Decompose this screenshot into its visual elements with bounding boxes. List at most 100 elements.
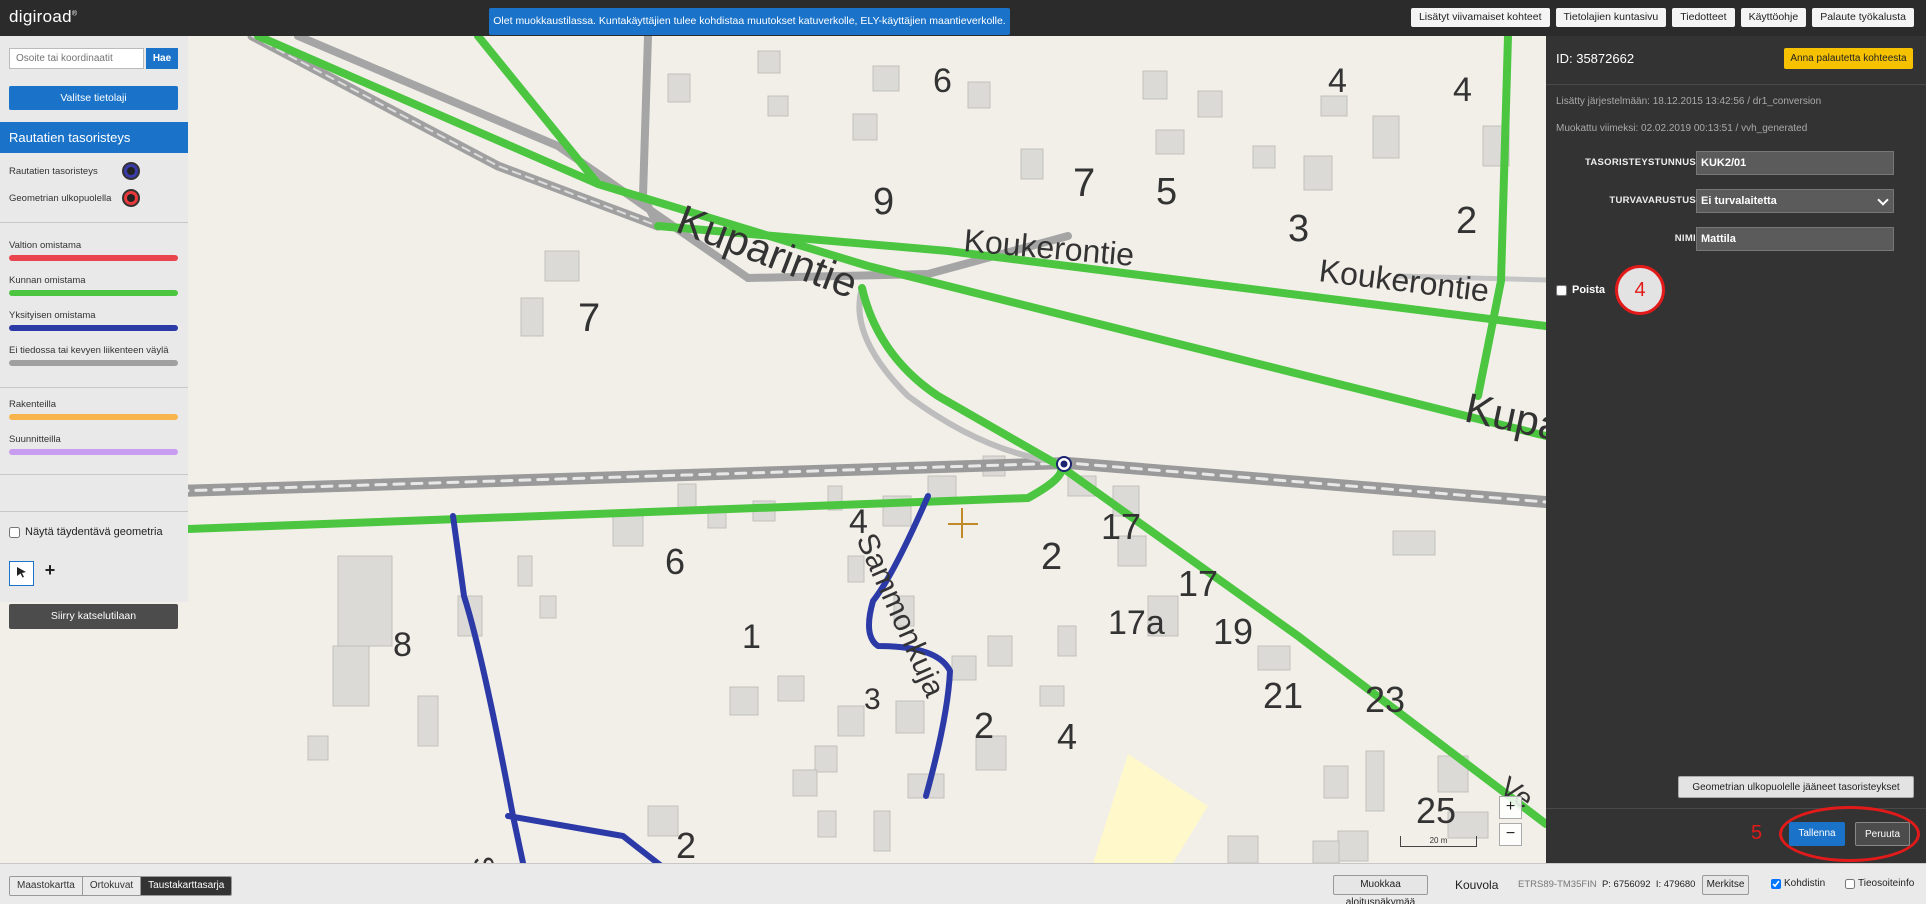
edit-mode-banner: Olet muokkaustilassa. Kuntakäyttäjien tu… (489, 8, 1010, 35)
divider (0, 474, 188, 475)
divider (1546, 84, 1926, 85)
view-mode-button[interactable]: Siirry katselutilaan (9, 604, 178, 629)
house-number: 2 (974, 705, 994, 746)
street-label-kuparintie-east: Kuparintie (1461, 384, 1546, 469)
feature-id: ID: 35872662 (1556, 51, 1635, 66)
basemap-orthophoto[interactable]: Ortokuvat (82, 877, 142, 895)
extra-geometry-label: Näytä täydentävä geometria (25, 526, 163, 538)
safety-equipment-value: Ei turvalaitetta (1701, 195, 1777, 207)
house-number: 3 (1288, 208, 1309, 250)
house-number: 17 (1101, 506, 1141, 547)
search-input[interactable] (9, 48, 144, 69)
crosshair-label: Kohdistin (1784, 878, 1826, 889)
road-address-checkbox[interactable] (1845, 878, 1855, 889)
nav-user-guide[interactable]: Käyttöohje (1740, 8, 1807, 27)
outside-geometry-symbol-icon (122, 189, 140, 207)
safety-equipment-select[interactable]: Ei turvalaitetta (1696, 189, 1894, 213)
level-crossing-symbol-icon (122, 162, 140, 180)
house-number: 5 (1156, 171, 1177, 213)
house-number: 6 (665, 541, 685, 582)
house-number: 3 (864, 683, 881, 716)
cursor-crosshair-icon (948, 508, 978, 538)
crossing-id-field[interactable]: KUK2/01 (1696, 151, 1894, 175)
street-label-koukerontie-west: Koukerontie (962, 222, 1135, 273)
map-view[interactable]: Kuparintie Kuparintie Koukerontie Kouker… (188, 36, 1546, 863)
select-layer-button[interactable]: Valitse tietolaji (9, 86, 178, 110)
zoom-out-button[interactable]: − (1499, 823, 1522, 846)
top-nav: Lisätyt viivamaiset kohteet Tietolajien … (1410, 8, 1914, 27)
legend-private-bar (9, 325, 178, 331)
outside-geometry-crossings-button[interactable]: Geometrian ulkopuolelle jääneet tasorist… (1678, 776, 1914, 798)
legend-state-owned-label: Valtion omistama (9, 240, 82, 251)
logo-text: digiroad (9, 7, 72, 26)
scale-bar: 20 m (1400, 836, 1477, 847)
house-number: 2 (1456, 200, 1477, 242)
legend-planned-bar (9, 449, 178, 455)
bottom-bar: Maastokartta Ortokuvat Taustakarttasarja… (0, 863, 1926, 904)
house-number: 6 (933, 62, 952, 100)
add-point-tool-button[interactable]: + (40, 560, 60, 581)
legend-private-label: Yksityisen omistama (9, 310, 96, 321)
nav-announcements[interactable]: Tiedotteet (1672, 8, 1735, 27)
house-number: 7 (1073, 161, 1095, 205)
nav-tool-feedback[interactable]: Palaute työkalusta (1812, 8, 1914, 27)
house-number: 2 (1041, 536, 1062, 578)
left-panel: Hae Valitse tietolaji Rautatien tasorist… (0, 36, 188, 629)
house-number: 1 (742, 618, 761, 656)
select-tool-button[interactable] (9, 561, 34, 586)
crossing-id-label: TASORISTEYSTUNNUS (1584, 157, 1696, 168)
name-label: NIMI (1674, 233, 1696, 244)
mark-button[interactable]: Merkitse (1702, 875, 1749, 895)
search-button[interactable]: Hae (146, 48, 178, 69)
app-logo[interactable]: digiroad® (9, 7, 77, 27)
basemap-terrain[interactable]: Maastokartta (10, 877, 83, 895)
divider (0, 387, 188, 388)
road-address-toggle[interactable]: Tieosoiteinfo (1845, 878, 1914, 889)
layer-title: Rautatien tasoristeys (0, 122, 188, 153)
safety-equipment-label: TURVAVARUSTUS (1609, 195, 1696, 206)
extra-geometry-checkbox[interactable] (9, 526, 20, 538)
crosshair-toggle[interactable]: Kohdistin (1771, 878, 1825, 889)
level-crossing-marker[interactable] (1056, 456, 1072, 472)
map-canvas[interactable]: Kuparintie Kuparintie Koukerontie Kouker… (188, 36, 1546, 863)
added-info: Lisätty järjestelmään: 18.12.2015 13:42:… (1556, 96, 1822, 107)
name-field[interactable]: Mattila (1696, 227, 1894, 251)
legend-unknown-label: Ei tiedossa tai kevyen liikenteen väylä (9, 345, 169, 356)
delete-label: Poista (1572, 284, 1606, 296)
house-number: 7 (578, 296, 600, 340)
divider (0, 222, 188, 223)
house-number: 21 (1263, 675, 1303, 716)
house-number: 17a (1108, 604, 1165, 642)
legend-outside-geometry-label: Geometrian ulkopuolella (9, 193, 112, 204)
house-number: 19 (1213, 611, 1253, 652)
divider (0, 511, 188, 512)
basemap-background[interactable]: Taustakarttasarja (141, 877, 232, 895)
cancel-button[interactable]: Peruuta (1855, 822, 1910, 846)
legend-municipal-bar (9, 290, 178, 296)
nav-municipality-page[interactable]: Tietolajien kuntasivu (1555, 8, 1667, 27)
extra-geometry-toggle[interactable]: Näytä täydentävä geometria (9, 526, 163, 538)
legend-state-owned-bar (9, 255, 178, 261)
house-number: 8 (393, 626, 412, 664)
delete-toggle[interactable]: Poista (1556, 284, 1605, 296)
feedback-button[interactable]: Anna palautetta kohteesta (1784, 48, 1913, 69)
house-number: 25 (1416, 790, 1456, 831)
buildings (307, 50, 1510, 863)
house-number: 17 (1178, 563, 1218, 604)
delete-checkbox[interactable] (1556, 284, 1567, 296)
crosshair-checkbox[interactable] (1771, 878, 1781, 889)
save-button[interactable]: Tallenna (1789, 822, 1845, 846)
edit-start-view-button[interactable]: Muokkaa aloitusnäkymää (1333, 875, 1428, 904)
nav-added-linear-features[interactable]: Lisätyt viivamaiset kohteet (1410, 8, 1550, 27)
feature-panel: ID: 35872662 Anna palautetta kohteesta L… (1546, 36, 1926, 863)
house-number: 4 (849, 503, 868, 541)
legend-municipal-label: Kunnan omistama (9, 275, 86, 286)
logo-mark: ® (71, 10, 78, 18)
basemap-switcher: Maastokartta Ortokuvat Taustakarttasarja (9, 876, 233, 896)
legend-level-crossing-label: Rautatien tasoristeys (9, 166, 98, 177)
house-number: 4 (1328, 62, 1347, 100)
legend-under-construction-label: Rakenteilla (9, 399, 56, 410)
zoom-in-button[interactable]: + (1499, 796, 1522, 819)
legend-under-construction-bar (9, 414, 178, 420)
